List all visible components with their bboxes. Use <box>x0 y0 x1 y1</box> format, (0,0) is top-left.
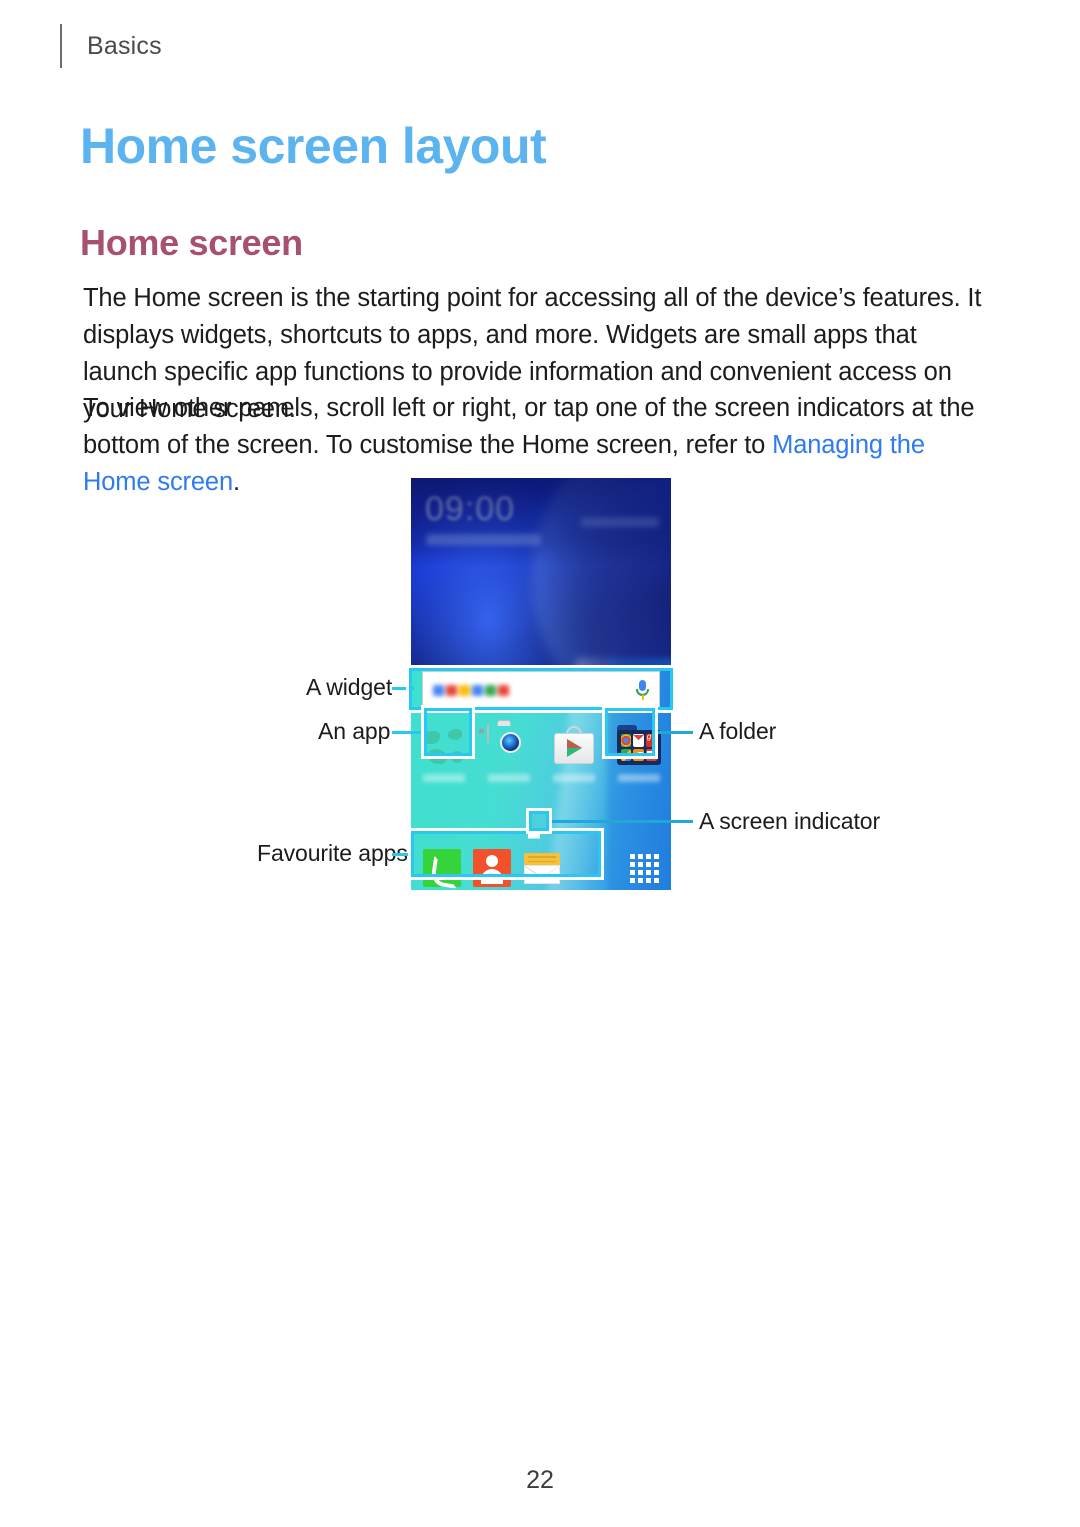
wallpaper-top: 09:00 <box>411 478 671 708</box>
clock-widget-date <box>426 534 541 545</box>
folder-mini-google-plus <box>645 732 657 747</box>
phone-screen: 09:00 <box>411 478 671 890</box>
home-icon <box>528 827 540 839</box>
app-label-play-store <box>552 774 595 782</box>
folder-mini-play-music <box>633 748 646 761</box>
callout-favourite-apps: Favourite apps <box>257 840 408 866</box>
microphone-icon[interactable] <box>636 680 649 700</box>
play-store-icon <box>552 725 596 769</box>
page-title: Home screen layout <box>80 118 547 174</box>
callout-folder: A folder <box>699 718 777 744</box>
apps-grid-icon[interactable] <box>630 854 659 883</box>
folder-mini-play-movies <box>645 748 657 761</box>
callout-app: An app <box>318 718 391 744</box>
home-screen-figure: 09:00 g A widget An app Favourite apps A… <box>0 465 1080 905</box>
breadcrumb: Basics <box>87 31 162 60</box>
leader-line-favourite-apps <box>392 853 414 856</box>
document-page: Basics Home screen layout Home screen Th… <box>0 0 1080 1527</box>
page-number: 22 <box>526 1466 554 1494</box>
folder-icon <box>616 725 661 769</box>
callout-widget: A widget <box>306 674 393 700</box>
home-app-row <box>411 720 671 782</box>
page-header: Basics <box>60 22 162 70</box>
folder-mini-maps <box>620 748 632 761</box>
leader-line-screen-indicator <box>549 820 693 823</box>
app-label-camera <box>487 774 530 782</box>
favourite-apps-dock <box>411 846 671 890</box>
app-label-internet <box>422 774 465 782</box>
phone-icon[interactable] <box>423 849 461 887</box>
app-camera[interactable] <box>478 720 537 782</box>
leader-line-widget <box>392 687 414 690</box>
globe-icon <box>422 725 466 769</box>
lock-hint-text <box>581 517 659 527</box>
google-logo <box>433 684 509 696</box>
folder-mini-chrome <box>620 734 632 747</box>
section-title: Home screen <box>80 222 303 263</box>
folder-mini-gmail <box>633 734 644 747</box>
callout-screen-indicator: A screen indicator <box>699 808 881 834</box>
screen-indicator[interactable] <box>527 826 541 840</box>
leader-line-folder <box>655 731 693 734</box>
leader-line-app <box>392 731 428 734</box>
messages-icon[interactable] <box>523 849 561 887</box>
header-divider <box>60 24 62 68</box>
google-search-widget[interactable] <box>422 671 660 709</box>
camera-icon <box>478 720 531 769</box>
clock-widget-time: 09:00 <box>425 490 516 528</box>
app-label-folder <box>617 774 660 782</box>
app-play-store[interactable] <box>546 725 602 782</box>
contacts-icon[interactable] <box>473 849 511 887</box>
